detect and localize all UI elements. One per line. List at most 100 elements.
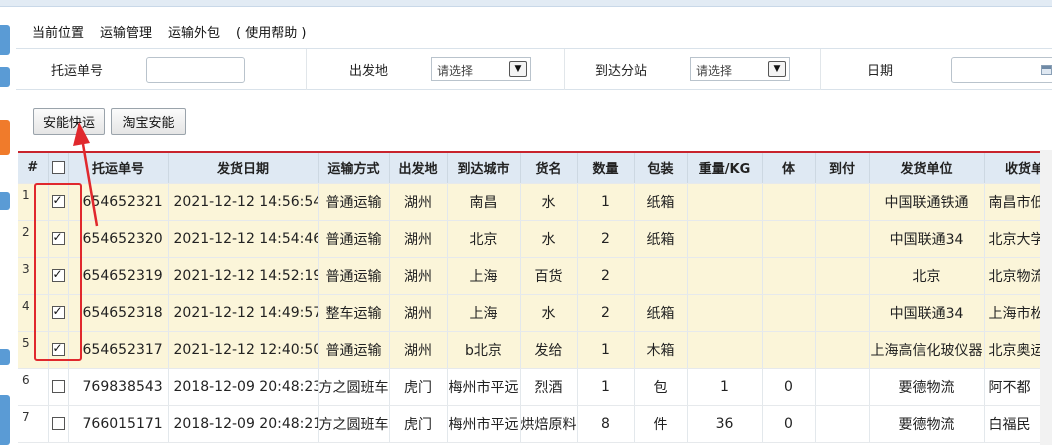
col-header-dest[interactable]: 到达城市	[447, 151, 521, 184]
row-number: 3	[18, 257, 49, 295]
breadcrumb-transport-outsourcing[interactable]: 运输外包	[168, 22, 220, 41]
col-header-sender[interactable]: 发货单位	[869, 151, 985, 184]
sender-cell: 要德物流	[869, 368, 985, 406]
row-checkbox[interactable]	[51, 341, 65, 356]
qty-cell: 8	[577, 405, 635, 443]
cod-cell	[815, 183, 870, 221]
table-row[interactable]: 6 769838543 2018-12-09 20:48:23 方之圆班车 虎门 梅州市平…	[18, 368, 1052, 406]
origin-cell: 湖州	[389, 220, 448, 258]
date-input[interactable]	[951, 57, 1052, 83]
row-number: 7	[18, 405, 49, 443]
filter-cell-station: 到达分站 请选择 ▼	[565, 49, 821, 90]
chevron-down-icon[interactable]: ▼	[509, 61, 527, 77]
weight-cell	[687, 220, 763, 258]
breadcrumb-current-position: 当前位置	[32, 25, 85, 41]
origin-select[interactable]: 请选择 ▼	[431, 57, 531, 81]
row-number: 5	[18, 331, 49, 369]
row-checkbox[interactable]	[51, 230, 65, 245]
goods-cell: 烈酒	[520, 368, 578, 406]
table-row[interactable]: 4 6546523182021-12-12 14:49:57整车运输湖州上海水2纸…	[18, 294, 1052, 332]
row-checkbox-cell[interactable]	[48, 331, 69, 369]
anneng-express-button[interactable]: 安能快运	[33, 108, 105, 135]
date-cell: 2021-12-12 14:52:19	[168, 257, 319, 295]
row-checkbox[interactable]	[51, 417, 65, 430]
dest-cell: 梅州市平远	[447, 405, 521, 443]
col-header-origin[interactable]: 出发地	[389, 151, 448, 184]
row-number: 2	[18, 220, 49, 258]
filter-cell-waybill: 托运单号	[16, 49, 307, 90]
filter-cell-origin: 出发地 请选择 ▼	[307, 49, 565, 90]
station-select[interactable]: 请选择 ▼	[690, 57, 790, 81]
left-tab[interactable]	[0, 349, 10, 365]
date-cell: 2021-12-12 14:56:54	[168, 183, 319, 221]
table-row[interactable]: 7 766015171 2018-12-09 20:48:21 方之圆班车 虎门 梅州市平…	[18, 405, 1052, 443]
breadcrumb: 当前位置 运输管理 运输外包 ( 使用帮助 )	[32, 21, 306, 41]
volume-cell	[762, 257, 816, 295]
cod-cell	[815, 257, 870, 295]
waybill-cell: 766015171	[68, 405, 169, 443]
col-header-waybill[interactable]: 托运单号	[68, 151, 169, 184]
col-header-volume[interactable]: 体	[762, 151, 816, 184]
left-tab[interactable]	[0, 67, 10, 87]
table-row[interactable]: 26546523202021-12-12 14:54:46普通运输湖州北京水2纸…	[18, 220, 1052, 258]
weight-cell: 1	[687, 368, 763, 406]
row-number: 4	[18, 294, 49, 332]
row-checkbox-cell[interactable]	[48, 257, 69, 295]
origin-cell: 湖州	[389, 183, 448, 221]
left-frame-strip	[0, 7, 12, 445]
left-tab-active[interactable]	[0, 120, 10, 155]
cod-cell	[815, 368, 870, 406]
date-cell: 2018-12-09 20:48:21	[168, 405, 319, 443]
row-checkbox[interactable]	[51, 304, 65, 319]
table-body: 16546523212021-12-12 14:56:54普通运输湖州南昌水1纸…	[18, 183, 1052, 443]
origin-cell: 虎门	[389, 405, 448, 443]
calendar-icon[interactable]	[1041, 65, 1052, 75]
left-tab[interactable]	[0, 395, 10, 445]
left-tab[interactable]	[0, 25, 10, 55]
help-link[interactable]: ( 使用帮助 )	[236, 22, 306, 41]
row-checkbox-cell[interactable]	[48, 294, 69, 332]
row-number: 6	[18, 368, 49, 406]
col-header-pack[interactable]: 包装	[634, 151, 688, 184]
table-row[interactable]: 5 6546523172021-12-12 12:40:50普通运输湖州b北京发给…	[18, 331, 1052, 369]
row-checkbox[interactable]	[51, 193, 65, 208]
mode-cell: 整车运输	[318, 294, 390, 332]
taobao-anneng-button[interactable]: 淘宝安能	[111, 108, 186, 135]
table-row[interactable]: 3 6546523192021-12-12 14:52:19普通运输湖州上海百货2…	[18, 257, 1052, 295]
sender-cell: 中国联通34	[869, 294, 985, 332]
row-checkbox-cell[interactable]	[48, 368, 69, 406]
dest-cell: 南昌	[447, 183, 521, 221]
mode-cell: 普通运输	[318, 331, 390, 369]
chevron-down-icon[interactable]: ▼	[768, 61, 786, 77]
row-checkbox-cell[interactable]	[48, 220, 69, 258]
sender-cell: 上海高信化玻仪器	[869, 331, 985, 369]
sender-cell: 中国联通铁通	[869, 183, 985, 221]
col-header-weight[interactable]: 重量/KG	[687, 151, 763, 184]
select-all-checkbox[interactable]	[51, 161, 65, 175]
table-row[interactable]: 16546523212021-12-12 14:56:54普通运输湖州南昌水1纸…	[18, 183, 1052, 221]
weight-cell	[687, 294, 763, 332]
breadcrumb-transport-management[interactable]: 运输管理	[100, 22, 152, 41]
vertical-scrollbar[interactable]	[1040, 150, 1052, 445]
row-checkbox-cell[interactable]	[48, 405, 69, 443]
date-cell: 2018-12-09 20:48:23	[168, 368, 319, 406]
origin-select-value: 请选择	[437, 64, 474, 78]
col-header-goods[interactable]: 货名	[520, 151, 578, 184]
col-header-cod[interactable]: 到付	[815, 151, 870, 184]
weight-cell	[687, 331, 763, 369]
col-header-select-all[interactable]	[48, 151, 69, 184]
col-header-date[interactable]: 发货日期	[168, 151, 319, 184]
row-checkbox[interactable]	[51, 267, 65, 282]
origin-cell: 湖州	[389, 294, 448, 332]
col-header-qty[interactable]: 数量	[577, 151, 635, 184]
waybill-input[interactable]	[146, 57, 245, 83]
pack-cell: 纸箱	[634, 220, 688, 258]
qty-cell: 1	[577, 183, 635, 221]
origin-cell: 湖州	[389, 331, 448, 369]
goods-cell: 烘焙原料	[520, 405, 578, 443]
row-checkbox-cell[interactable]	[48, 183, 69, 221]
left-tab[interactable]	[0, 192, 10, 210]
col-header-mode[interactable]: 运输方式	[318, 151, 390, 184]
qty-cell: 2	[577, 220, 635, 258]
row-checkbox[interactable]	[51, 380, 65, 393]
